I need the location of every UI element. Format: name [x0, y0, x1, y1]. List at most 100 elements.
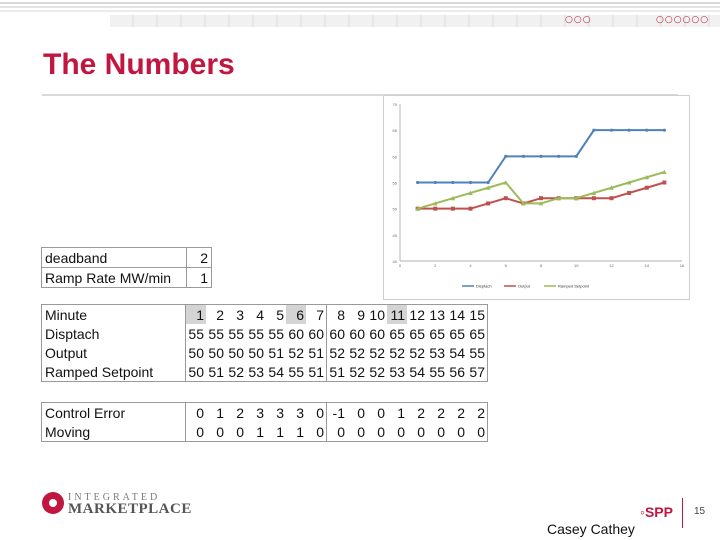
- data-point: [416, 180, 420, 185]
- table-cell: 54: [266, 362, 286, 382]
- table-cell: 2: [447, 402, 467, 422]
- table-cell: 0: [206, 422, 226, 442]
- row-label: Ramped Setpoint: [41, 362, 186, 382]
- data-point: [627, 190, 632, 195]
- table-cell: 55: [248, 325, 264, 342]
- table-cell: 54: [449, 344, 465, 361]
- header-stripe: [0, 10, 720, 12]
- table-cell: 51: [268, 344, 284, 361]
- table-cell: 7: [306, 304, 327, 324]
- table-cell: 1: [185, 304, 206, 324]
- table-cell: 3: [226, 304, 246, 324]
- table-cell: 51: [306, 362, 327, 382]
- y-tick-label: 45: [393, 233, 398, 238]
- table-cell: 15: [467, 304, 488, 324]
- page-number: 15: [694, 506, 706, 517]
- x-tick-label: 8: [540, 263, 543, 268]
- table-cell: 2: [427, 402, 447, 422]
- table-cell: 52: [288, 344, 304, 361]
- parameter-table: deadband 2 Ramp Rate MW/min 1: [41, 247, 212, 288]
- x-tick-label: 12: [609, 263, 614, 268]
- table-cell: 0: [226, 422, 246, 442]
- y-tick-label: 40: [393, 259, 398, 264]
- table-cell: 60: [306, 324, 327, 343]
- table-cell: 3: [286, 402, 306, 422]
- table-cell: 60: [369, 325, 385, 342]
- table-cell: 55: [188, 325, 204, 342]
- table-cell: 65: [449, 325, 465, 342]
- table-cell: 56: [447, 362, 467, 382]
- spacer-cell: [42, 382, 488, 403]
- table-row: Ramped Setpoint 50 51 52 53 54 55 51 51 52 52 53 54 5…: [41, 362, 488, 382]
- data-point: [591, 196, 596, 201]
- x-tick-label: 10: [574, 263, 579, 268]
- table-cell: 1: [286, 422, 306, 442]
- param-value: 1: [186, 267, 212, 288]
- numbers-table: Minute 1 2 3 4 5 6 7 8 9 10 11 12 13 14 15 Disptach 55 55 5…: [41, 304, 488, 442]
- data-point: [557, 154, 561, 158]
- table-cell: 2: [407, 402, 427, 422]
- table-cell: 2: [467, 402, 488, 422]
- table-cell: 65: [429, 325, 445, 342]
- row-label: Minute: [41, 304, 186, 324]
- table-cell: 51: [306, 343, 327, 362]
- table-cell: 55: [228, 325, 244, 342]
- table-cell: 2: [206, 304, 226, 324]
- table-cell: 4: [246, 304, 266, 324]
- slide-title: The Numbers: [43, 48, 235, 81]
- table-cell: 11: [387, 304, 407, 324]
- table-cell: 6: [286, 304, 306, 324]
- table-cell: 1: [387, 402, 407, 422]
- table-cell: 55: [208, 325, 224, 342]
- x-tick-label: 16: [680, 263, 685, 268]
- table-cell: 55: [286, 362, 306, 382]
- data-point: [644, 185, 649, 190]
- data-point: [645, 128, 649, 132]
- table-cell: 50: [228, 344, 244, 361]
- table-cell: 3: [246, 402, 266, 422]
- table-row: Minute 1 2 3 4 5 6 7 8 9 10 11 12 13 14 15: [41, 304, 488, 324]
- table-cell: 0: [347, 422, 367, 442]
- table-cell: 54: [407, 362, 427, 382]
- y-tick-label: 70: [393, 102, 398, 107]
- data-point: [662, 128, 666, 132]
- row-label: Moving: [41, 422, 186, 442]
- y-tick-label: 65: [393, 128, 398, 133]
- header-stripe: [0, 6, 720, 8]
- data-point: [592, 128, 596, 132]
- table-cell: 51: [326, 362, 347, 382]
- header-band: [110, 15, 720, 27]
- table-cell: 0: [306, 402, 327, 422]
- table-cell: 55: [467, 343, 488, 362]
- logo-line2: MARKETPLACE: [68, 501, 192, 517]
- data-point: [450, 206, 455, 211]
- data-point: [451, 180, 455, 185]
- data-point: [521, 154, 525, 158]
- data-point: [627, 128, 631, 132]
- table-cell: 0: [447, 422, 467, 442]
- data-point: [486, 180, 490, 185]
- table-cell: 0: [326, 422, 347, 442]
- table-cell: 60: [349, 325, 365, 342]
- table-cell: 0: [185, 402, 206, 422]
- legend-label: Ramped Setpoint: [558, 284, 590, 289]
- chart-svg: 40 45 50 55 60 65 70 0 2 4 6 8 10 12 14 16 Disptach Outpu…: [393, 102, 685, 289]
- y-tick-label: 60: [393, 154, 398, 159]
- table-cell: 1: [266, 422, 286, 442]
- data-point: [662, 180, 667, 185]
- table-cell: 60: [329, 325, 345, 342]
- table-cell: 65: [467, 324, 488, 343]
- table-row: Disptach 55 55 55 55 55 60 60 60 60 60 65 65 65 65 65: [41, 324, 488, 343]
- x-tick-label: 2: [434, 263, 437, 268]
- table-cell: 52: [369, 344, 385, 361]
- table-spacer: [42, 382, 488, 403]
- table-cell: 50: [188, 344, 204, 361]
- data-point: [539, 154, 543, 158]
- table-cell: 0: [367, 422, 387, 442]
- table-cell: 53: [246, 362, 266, 382]
- table-cell: 1: [206, 402, 226, 422]
- table-row: Output 50 50 50 50 51 52 51 52 52 52 52 52 53 54 55: [41, 343, 488, 362]
- table-row: Control Error 0 1 2 3 3 3 0 -1 0 0 1 2 2 2 2: [41, 402, 488, 422]
- data-point: [503, 196, 508, 201]
- x-tick-label: 4: [469, 263, 472, 268]
